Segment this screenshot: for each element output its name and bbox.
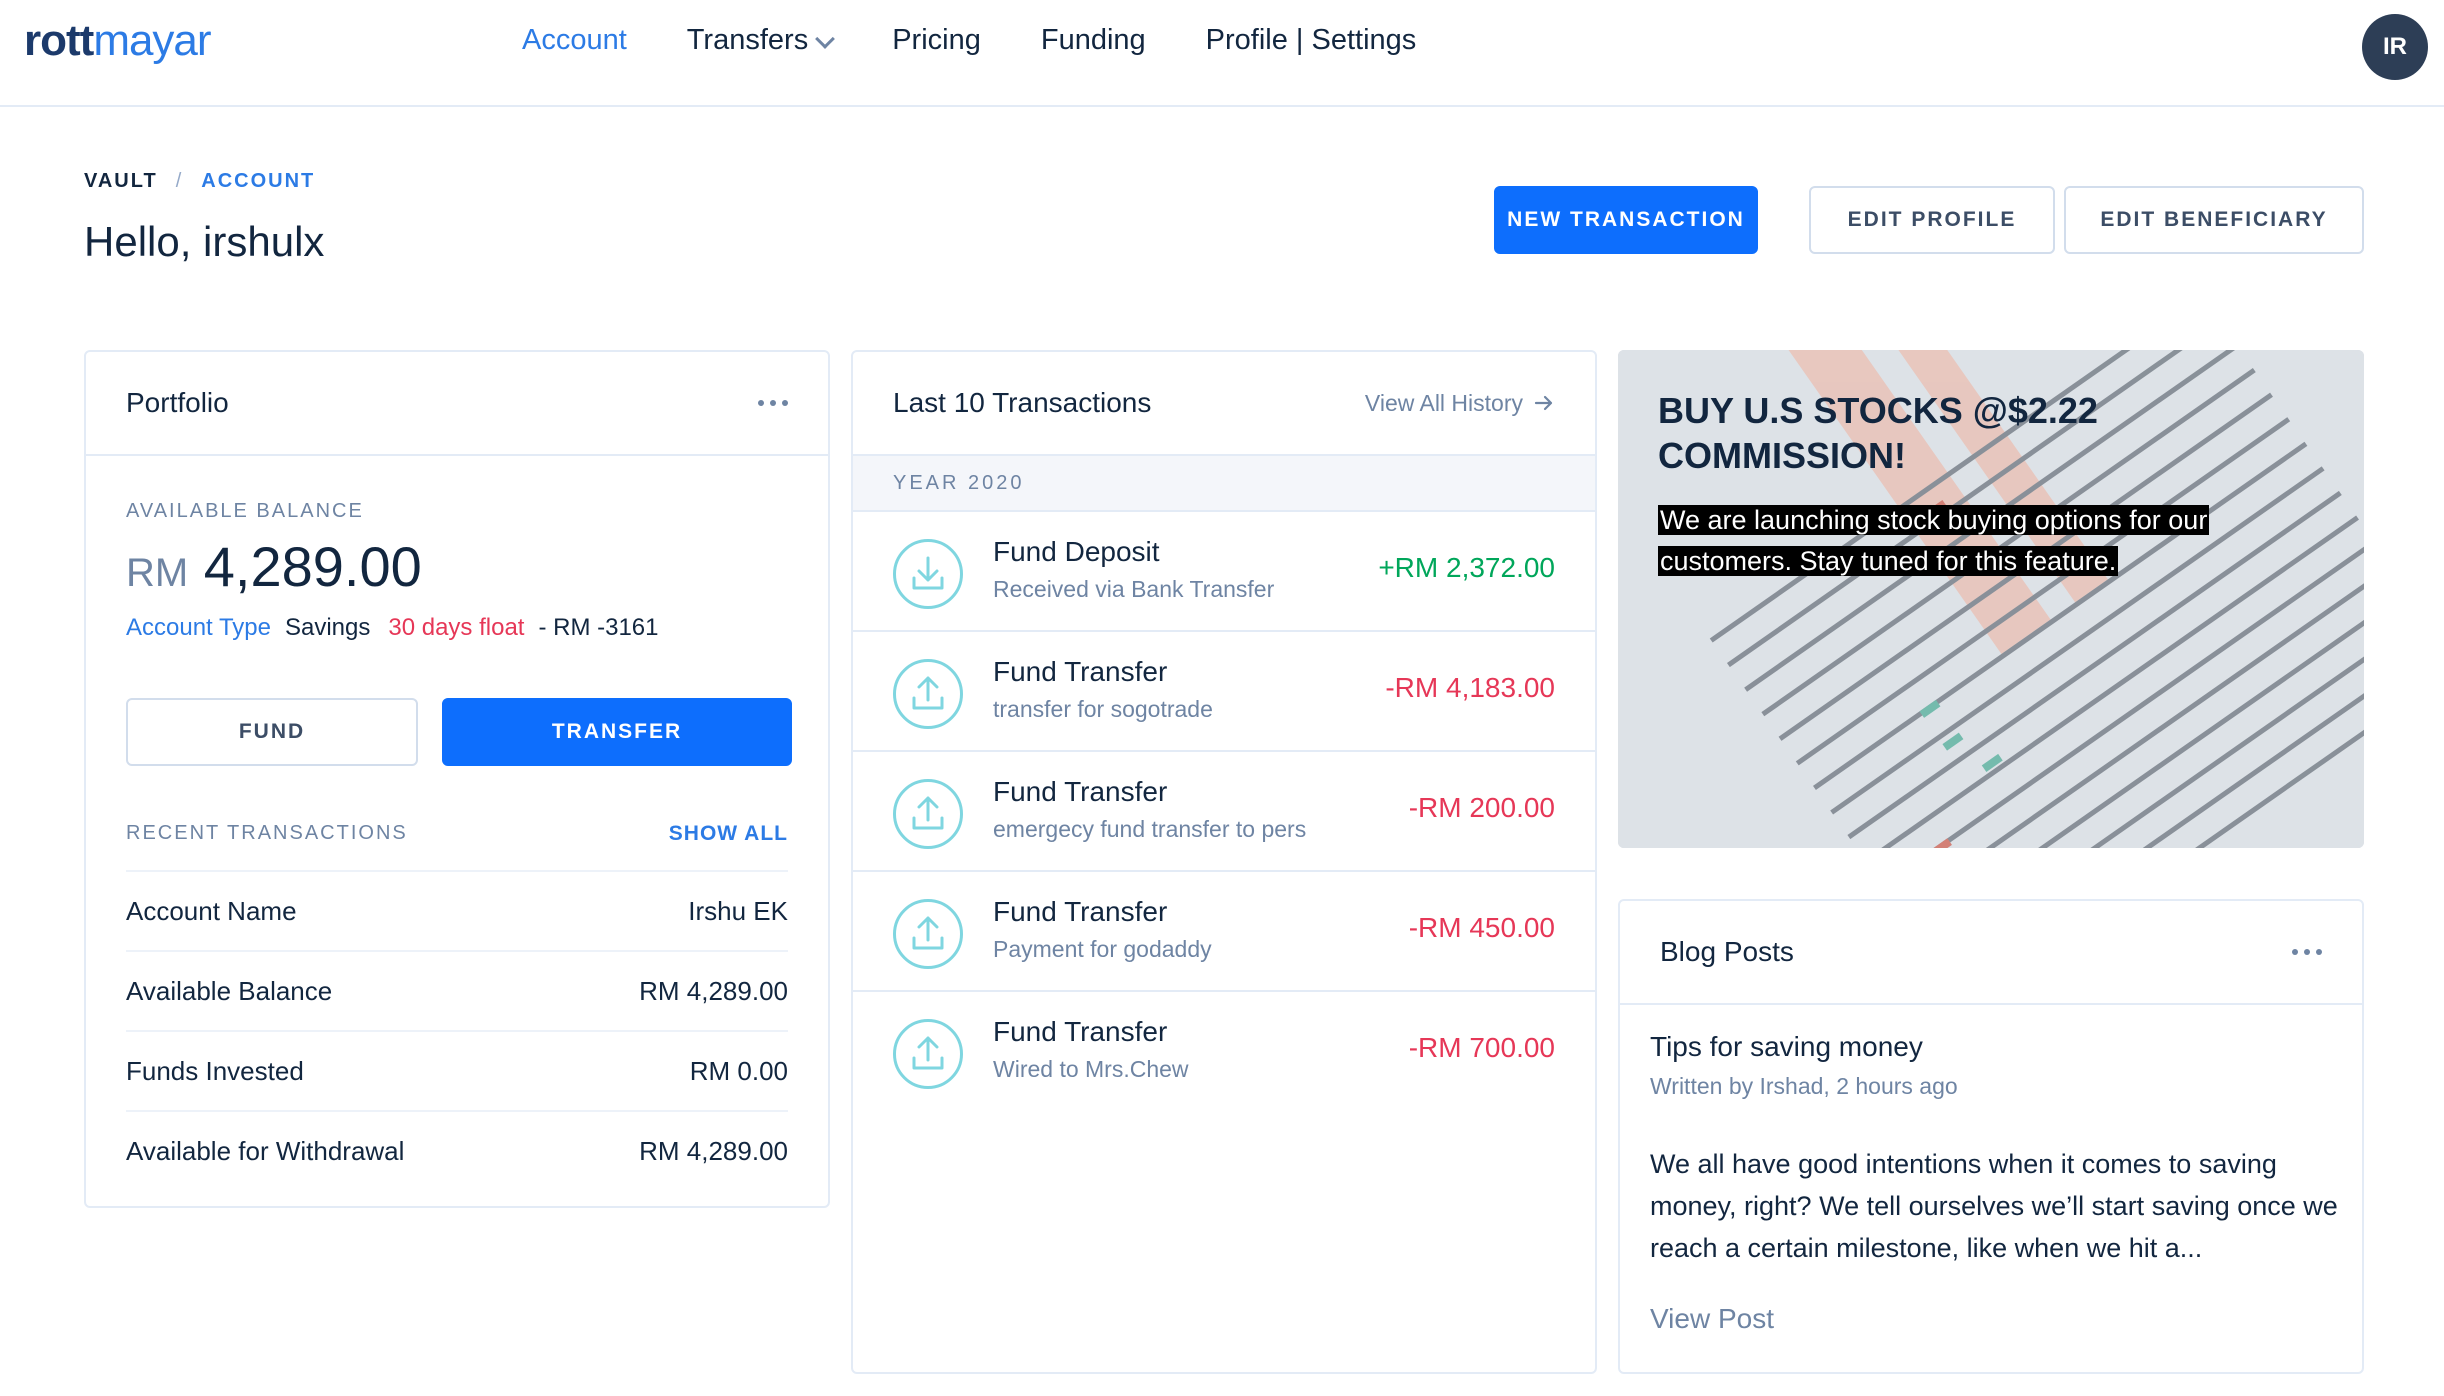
promo-text-line-2: customers. Stay tuned for this feature.: [1658, 546, 2119, 576]
upload-icon: [893, 1019, 963, 1089]
portfolio-title: Portfolio: [126, 387, 229, 418]
transaction-amount: -RM 200.00: [1408, 792, 1555, 823]
blog-header: Blog Posts: [1620, 901, 2362, 1005]
upload-icon: [893, 659, 963, 729]
user-avatar[interactable]: IR: [2362, 14, 2428, 80]
available-balance-label: AVAILABLE BALANCE: [126, 500, 364, 522]
summary-value: RM 4,289.00: [639, 975, 788, 1006]
transactions-title: Last 10 Transactions: [893, 387, 1152, 418]
portfolio-header: Portfolio: [86, 352, 828, 456]
new-transaction-button[interactable]: NEW TRANSACTION: [1494, 186, 1758, 254]
summary-label: Available for Withdrawal: [126, 1135, 405, 1166]
account-type-label: Account Type: [126, 614, 271, 641]
upload-icon: [893, 779, 963, 849]
chevron-down-icon: [815, 28, 836, 49]
transaction-title: Fund Transfer: [993, 896, 1168, 927]
transaction-subtitle: Received via Bank Transfer: [993, 576, 1275, 602]
transaction-amount: +RM 2,372.00: [1378, 552, 1555, 583]
transaction-subtitle: transfer for sogotrade: [993, 696, 1213, 722]
summary-label: Available Balance: [126, 975, 333, 1006]
edit-beneficiary-button[interactable]: EDIT BENEFICIARY: [2064, 186, 2364, 254]
account-type-value: Savings: [284, 614, 371, 641]
summary-row: Available for Withdrawal RM 4,289.00: [126, 1110, 788, 1190]
post-excerpt: We all have good intentions when it come…: [1650, 1149, 2338, 1263]
summary-row: Available Balance RM 4,289.00: [126, 950, 788, 1030]
promo-text: We are launching stock buying options fo…: [1658, 500, 2258, 582]
summary-value: RM 4,289.00: [639, 1135, 788, 1166]
transaction-title: Fund Deposit: [993, 536, 1160, 567]
summary-value: RM 0.00: [689, 1055, 788, 1086]
transaction-amount: -RM 4,183.00: [1385, 672, 1555, 703]
transactions-header: Last 10 Transactions View All History: [853, 352, 1595, 456]
breadcrumb-separator: /: [175, 170, 184, 192]
post-meta: Written by Irshad, 2 hours ago: [1650, 1073, 1958, 1099]
balance-value: 4,289.00: [203, 535, 422, 598]
recent-transactions-label: RECENT TRANSACTIONS: [126, 822, 408, 844]
fund-button[interactable]: FUND: [126, 698, 418, 766]
nav-pricing[interactable]: Pricing: [892, 24, 981, 57]
balance-currency: RM: [126, 551, 189, 595]
top-navbar: rottmayar Account Transfers Pricing Fund…: [0, 0, 2444, 107]
transaction-subtitle: Payment for godaddy: [993, 936, 1212, 962]
transfer-button[interactable]: TRANSFER: [442, 698, 792, 766]
transaction-row[interactable]: Fund Transfer Payment for godaddy -RM 45…: [853, 872, 1595, 992]
transaction-title: Fund Transfer: [993, 776, 1168, 807]
view-all-history-link[interactable]: View All History: [1365, 390, 1555, 417]
transaction-subtitle: Wired to Mrs.Chew: [993, 1056, 1189, 1082]
summary-value: Irshu EK: [688, 895, 788, 926]
summary-label: Account Name: [126, 895, 297, 926]
breadcrumb: VAULT / ACCOUNT: [84, 170, 315, 193]
nav-account[interactable]: Account: [522, 24, 627, 57]
more-options-icon[interactable]: [2292, 949, 2322, 955]
post-title[interactable]: Tips for saving money: [1650, 1031, 1923, 1063]
summary-row: Funds Invested RM 0.00: [126, 1030, 788, 1110]
more-options-icon[interactable]: [758, 400, 788, 406]
blog-title: Blog Posts: [1660, 936, 1794, 967]
nav-transfers[interactable]: Transfers: [687, 24, 836, 57]
summary-label: Funds Invested: [126, 1055, 304, 1086]
float-text: 30 days float: [388, 614, 525, 641]
transaction-title: Fund Transfer: [993, 1016, 1168, 1047]
show-all-link[interactable]: SHOW ALL: [669, 822, 788, 846]
promo-title: BUY U.S STOCKS @$2.22 COMMISSION!: [1658, 390, 2098, 476]
transaction-title: Fund Transfer: [993, 656, 1168, 687]
download-icon: [893, 539, 963, 609]
blog-posts-card: Blog Posts Tips for saving money Written…: [1618, 899, 2364, 1374]
recent-transactions-header: RECENT TRANSACTIONS SHOW ALL: [126, 822, 788, 846]
balance-amount: RM 4,289.00: [126, 534, 422, 599]
promo-banner[interactable]: BUY U.S STOCKS @$2.22 COMMISSION! We are…: [1618, 350, 2364, 848]
year-group-header: YEAR 2020: [853, 456, 1595, 512]
account-suffix: - RM -3161: [538, 614, 659, 641]
promo-text-line-1: We are launching stock buying options fo…: [1658, 505, 2210, 535]
upload-icon: [893, 899, 963, 969]
nav-profile-settings[interactable]: Profile | Settings: [1206, 24, 1417, 57]
arrow-right-icon: [1534, 395, 1553, 411]
transaction-subtitle: emergecy fund transfer to pers: [993, 816, 1307, 842]
transaction-amount: -RM 450.00: [1408, 912, 1555, 943]
transactions-card: Last 10 Transactions View All History YE…: [851, 350, 1597, 1374]
transaction-row[interactable]: Fund Transfer transfer for sogotrade -RM…: [853, 632, 1595, 752]
transaction-row[interactable]: Fund Transfer Wired to Mrs.Chew -RM 700.…: [853, 992, 1595, 1112]
main-nav: Account Transfers Pricing Funding Profil…: [522, 24, 1416, 57]
brand-logo[interactable]: rottmayar: [24, 16, 212, 66]
transaction-row[interactable]: Fund Transfer emergecy fund transfer to …: [853, 752, 1595, 872]
summary-row: Account Name Irshu EK: [126, 870, 788, 950]
page-title: Hello, irshulx: [84, 218, 325, 265]
breadcrumb-vault[interactable]: VAULT: [84, 170, 158, 193]
transaction-amount: -RM 700.00: [1408, 1032, 1555, 1063]
breadcrumb-account[interactable]: ACCOUNT: [201, 170, 315, 193]
view-post-link[interactable]: View Post: [1650, 1303, 1774, 1335]
nav-funding[interactable]: Funding: [1041, 24, 1146, 57]
transaction-row[interactable]: Fund Deposit Received via Bank Transfer …: [853, 512, 1595, 632]
edit-profile-button[interactable]: EDIT PROFILE: [1809, 186, 2055, 254]
portfolio-card: Portfolio AVAILABLE BALANCE RM 4,289.00 …: [84, 350, 830, 1208]
account-type-line: Account Type Savings 30 days float - RM …: [126, 614, 659, 642]
